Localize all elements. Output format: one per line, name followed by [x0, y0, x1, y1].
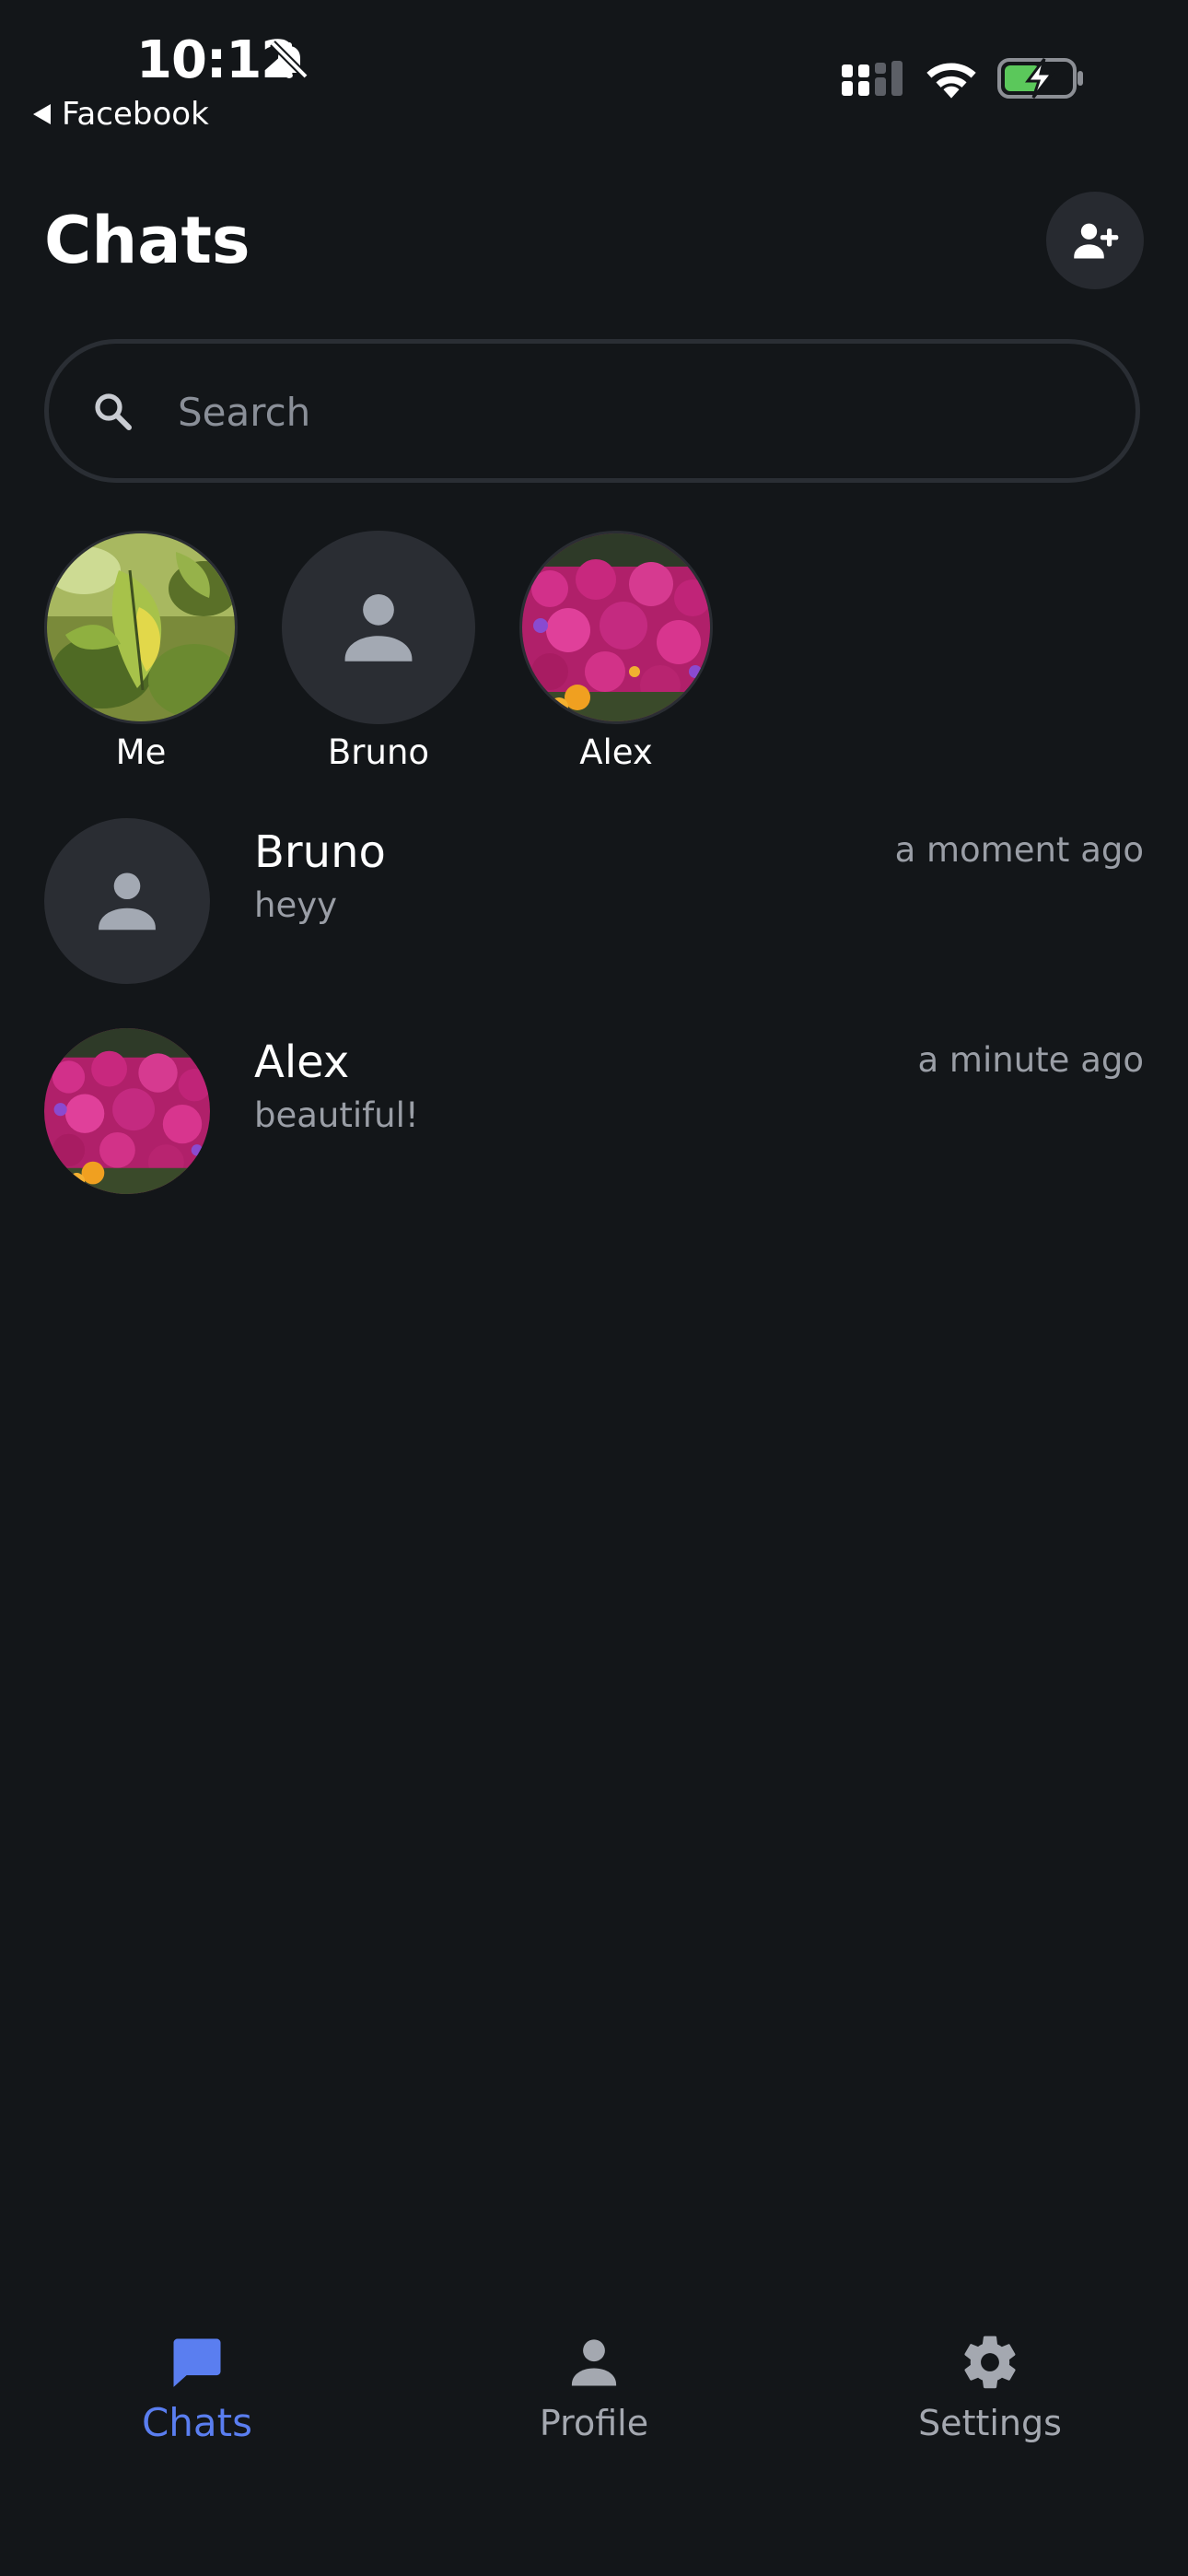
search-bar[interactable]: [44, 339, 1140, 483]
add-contact-button[interactable]: [1046, 192, 1144, 289]
bell-off-icon: [270, 41, 309, 79]
story-label: Me: [115, 732, 167, 772]
chat-contact-name: Alex: [254, 1036, 350, 1088]
story-bruno[interactable]: Bruno: [282, 531, 475, 776]
avatar: [519, 531, 713, 724]
chat-item-alex[interactable]: Alex beautiful! a minute ago: [44, 1028, 1144, 1194]
search-icon: [95, 393, 132, 430]
tab-label: Chats: [141, 2400, 253, 2445]
back-link-label: Facebook: [62, 96, 209, 133]
story-alex[interactable]: Alex: [519, 531, 713, 776]
person-placeholder-icon: [344, 593, 413, 662]
back-to-facebook-link[interactable]: Facebook: [33, 94, 209, 135]
tab-label: Profile: [539, 2403, 649, 2443]
back-arrow-icon: [33, 104, 51, 124]
add-user-icon: [1074, 223, 1119, 259]
wifi-icon: [926, 63, 976, 99]
battery-charging-icon: [997, 58, 1083, 99]
page-title: Chats: [44, 203, 250, 278]
chat-message-preview: beautiful!: [254, 1095, 419, 1135]
photo-flowers-image: [44, 1028, 210, 1194]
avatar: [44, 818, 210, 984]
gear-icon: [964, 2336, 1016, 2389]
chat-message-preview: heyy: [254, 885, 338, 925]
chat-timestamp: a moment ago: [894, 830, 1144, 870]
story-label: Alex: [579, 732, 653, 772]
tab-settings[interactable]: Settings: [852, 2331, 1128, 2447]
tab-label: Settings: [918, 2403, 1062, 2443]
chat-timestamp: a minute ago: [917, 1040, 1145, 1080]
avatar: [282, 531, 475, 724]
avatar: [44, 1028, 210, 1194]
photo-leaves-image: [47, 533, 235, 721]
bottom-navigation: Chats Profile Settings: [0, 2331, 1188, 2515]
story-label: Bruno: [327, 732, 430, 772]
search-input[interactable]: [178, 377, 1099, 447]
cellular-signal-icon: [842, 61, 903, 96]
chat-item-bruno[interactable]: Bruno heyy a moment ago: [44, 818, 1144, 984]
tab-profile[interactable]: Profile: [456, 2331, 732, 2447]
person-icon: [571, 2339, 617, 2386]
photo-flowers-image: [522, 533, 710, 721]
story-me[interactable]: Me: [44, 531, 238, 776]
chat-contact-name: Bruno: [254, 826, 386, 878]
chat-bubble-icon: [173, 2338, 221, 2387]
tab-chats[interactable]: Chats: [59, 2331, 335, 2447]
avatar: [44, 531, 238, 724]
person-placeholder-icon: [99, 872, 156, 931]
